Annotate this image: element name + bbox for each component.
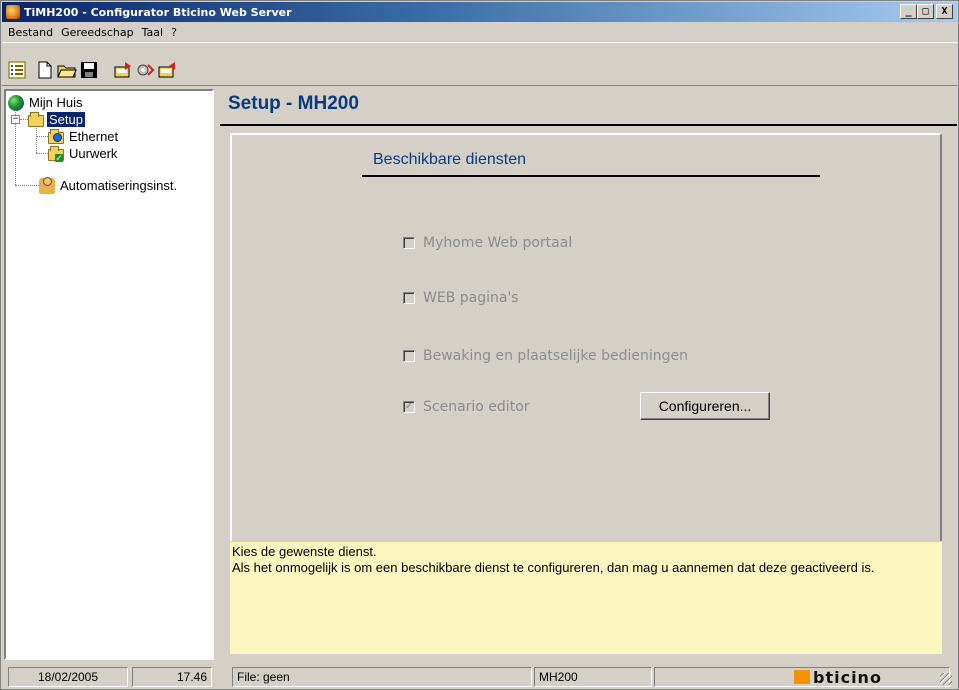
open-folder-icon[interactable]	[56, 59, 78, 81]
service-label: WEB pagina's	[423, 290, 519, 306]
service-label: Scenario editor	[423, 399, 530, 415]
title-divider	[220, 124, 957, 126]
collapse-toggle[interactable]: −	[11, 115, 20, 124]
logo-text: bticino	[813, 667, 882, 687]
title-bar[interactable]: TiMH200 - Configurator Bticino Web Serve…	[2, 2, 957, 22]
menu-bestand[interactable]: Bestand	[4, 26, 57, 39]
status-bar: 18/02/2005 17.46 File: geen MH200 bticin…	[4, 667, 954, 687]
help-text-line2: Als het onmogelijk is om een beschikbare…	[232, 560, 875, 575]
help-box: Kies de gewenste dienst. Als het onmogel…	[230, 541, 942, 654]
bticino-logo: bticino	[794, 667, 882, 687]
logo-mark	[794, 670, 810, 684]
tree-item-automatisering[interactable]: Automatiseringsinst.	[39, 176, 179, 194]
save-icon[interactable]	[78, 59, 100, 81]
checkbox-checked-icon[interactable]: ✓	[403, 401, 415, 413]
import-icon[interactable]	[156, 59, 178, 81]
service-scenario-editor[interactable]: ✓ Scenario editor	[403, 399, 530, 415]
app-icon	[6, 5, 20, 19]
service-label: Bewaking en plaatselijke bedieningen	[423, 348, 688, 364]
tree-label-mijn-huis: Mijn Huis	[29, 95, 83, 110]
tree-label-automatisering: Automatiseringsinst.	[60, 178, 178, 193]
menu-help[interactable]: ?	[167, 26, 181, 39]
tree-label-setup: Setup	[47, 112, 85, 127]
status-time: 17.46	[132, 667, 212, 687]
help-text-line1: Kies de gewenste dienst.	[232, 544, 377, 559]
checkbox-icon[interactable]	[403, 292, 415, 304]
tree-item-ethernet[interactable]: Ethernet	[48, 128, 120, 145]
menu-bar: Bestand Gereedschap Taal ?	[2, 23, 957, 41]
tree-item-setup[interactable]: Setup	[28, 111, 85, 128]
checkbox-icon[interactable]	[403, 237, 415, 249]
clock-folder-icon	[48, 146, 64, 162]
services-title: Beschikbare diensten	[373, 151, 526, 168]
configure-button[interactable]: Configureren...	[640, 392, 770, 420]
service-label: Myhome Web portaal	[423, 235, 573, 251]
checkbox-icon[interactable]	[403, 350, 415, 362]
folder-icon	[28, 112, 44, 127]
main-panel: Setup - MH200 Beschikbare diensten Myhom…	[216, 89, 957, 660]
toolbar	[2, 42, 957, 86]
status-file: File: geen	[232, 667, 532, 687]
service-bewaking[interactable]: Bewaking en plaatselijke bedieningen	[403, 348, 688, 364]
globe-icon	[8, 94, 24, 111]
window-controls: _ □ X	[900, 4, 953, 19]
new-document-icon[interactable]	[34, 59, 56, 81]
resize-grip[interactable]	[940, 673, 952, 685]
user-lock-icon	[39, 176, 55, 194]
tree-item-mijn-huis[interactable]: Mijn Huis	[8, 94, 84, 111]
close-button[interactable]: X	[936, 4, 953, 19]
maximize-button[interactable]: □	[917, 4, 934, 19]
tree-label-ethernet: Ethernet	[69, 129, 119, 144]
window-title: TiMH200 - Configurator Bticino Web Serve…	[24, 5, 292, 19]
menu-taal[interactable]: Taal	[138, 26, 167, 39]
status-date: 18/02/2005	[8, 667, 128, 687]
menu-gereedschap[interactable]: Gereedschap	[57, 26, 138, 39]
app-window: TiMH200 - Configurator Bticino Web Serve…	[0, 0, 959, 690]
list-icon[interactable]	[6, 59, 28, 81]
tree-item-uurwerk[interactable]: Uurwerk	[48, 145, 119, 162]
status-device: MH200	[534, 667, 652, 687]
services-divider	[362, 175, 820, 177]
ethernet-folder-icon	[48, 129, 64, 144]
navigation-tree: Mijn Huis − Setup Ethernet Uurwerk	[6, 91, 212, 194]
tree-panel: Mijn Huis − Setup Ethernet Uurwerk	[4, 89, 214, 660]
export-icon[interactable]	[112, 59, 134, 81]
tree-label-uurwerk: Uurwerk	[69, 146, 118, 161]
service-web-paginas[interactable]: WEB pagina's	[403, 290, 519, 306]
service-myhome-web-portaal[interactable]: Myhome Web portaal	[403, 235, 572, 251]
minimize-button[interactable]: _	[900, 4, 917, 19]
settings-transfer-icon[interactable]	[134, 59, 156, 81]
page-title: Setup - MH200	[228, 93, 359, 114]
